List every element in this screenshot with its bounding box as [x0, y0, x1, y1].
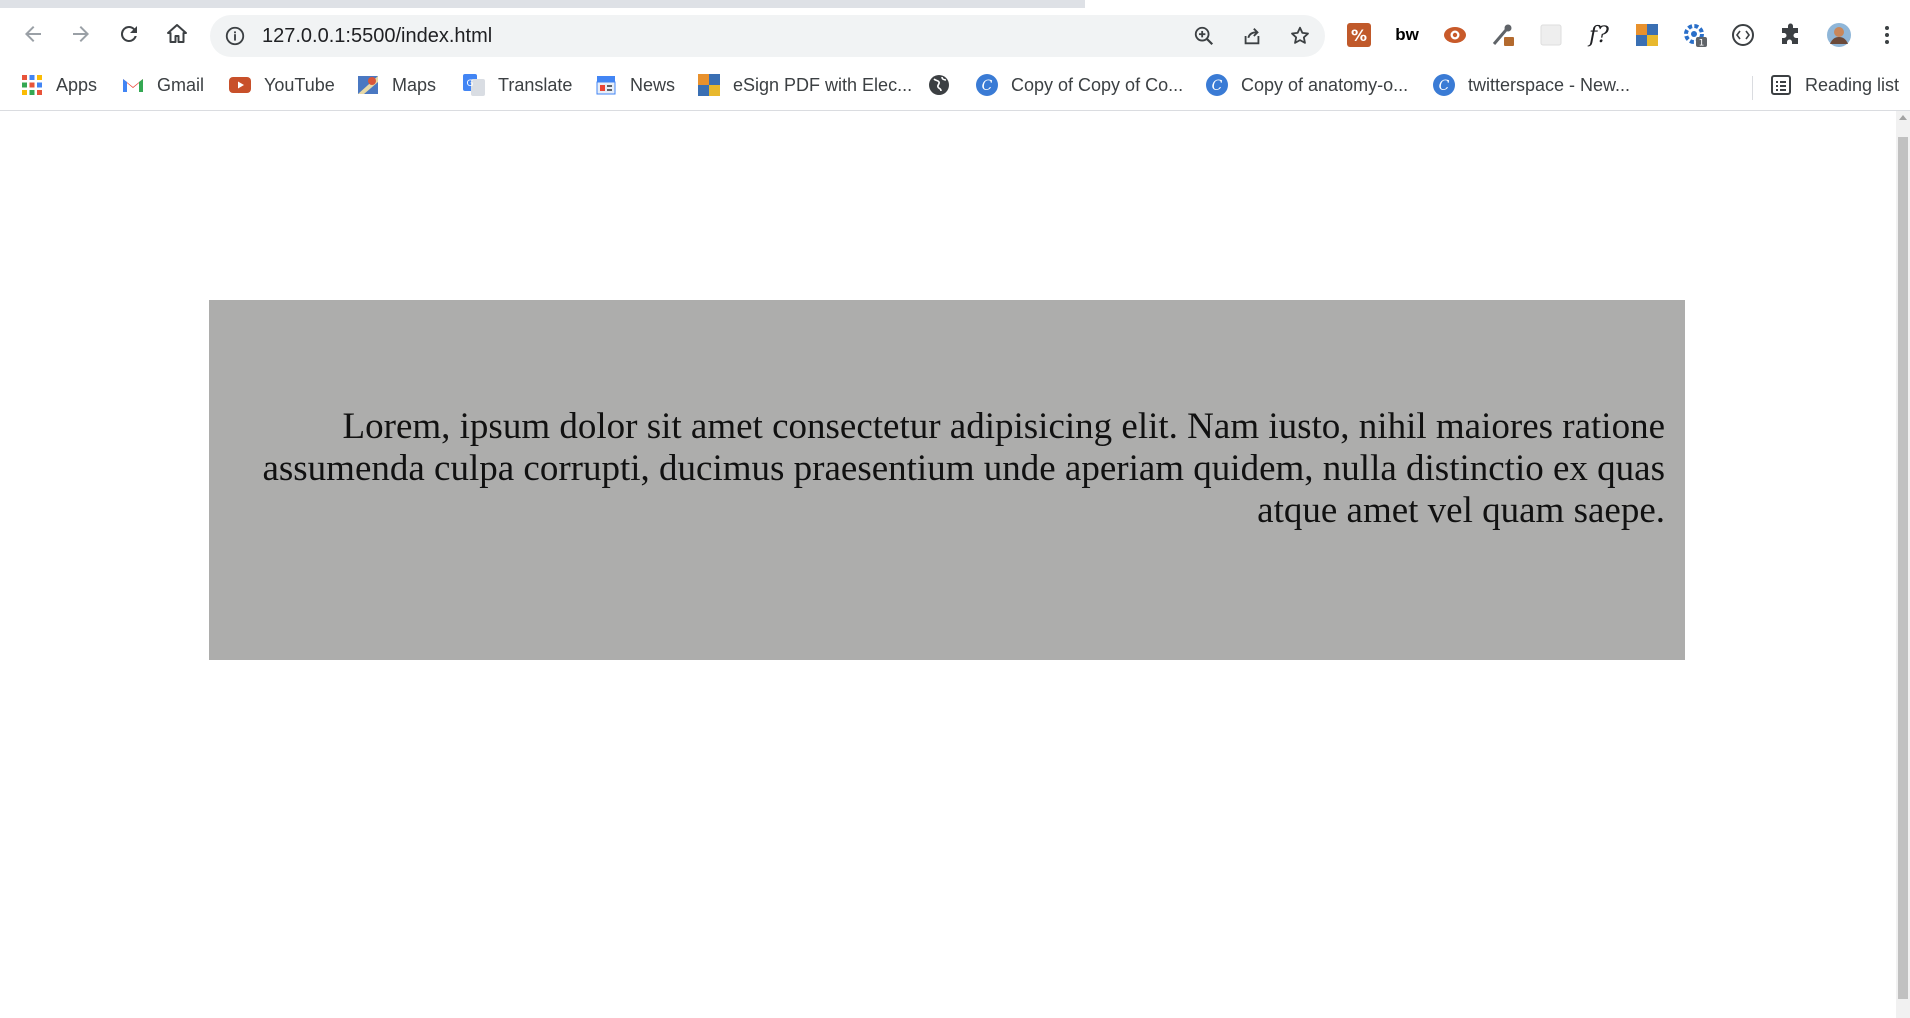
- vertical-scrollbar[interactable]: [1896, 111, 1910, 1018]
- svg-text:C: C: [982, 78, 993, 94]
- bookmark-label: YouTube: [264, 74, 335, 95]
- puzzle-icon: [1782, 23, 1798, 44]
- color-blocks-icon: [1636, 24, 1658, 46]
- bookmark-label: Translate: [498, 74, 573, 95]
- percent-badge-icon: %: [1347, 23, 1371, 47]
- bookmark-apps[interactable]: Apps: [20, 71, 97, 99]
- home-button[interactable]: [158, 15, 196, 53]
- lorem-paragraph: Lorem, ipsum dolor sit amet consectetur …: [262, 406, 1665, 531]
- extension-blank[interactable]: [1536, 20, 1566, 50]
- forward-button[interactable]: [62, 15, 100, 53]
- extension-percent[interactable]: %: [1344, 20, 1374, 50]
- reading-list-button[interactable]: Reading list: [1769, 71, 1899, 99]
- bookmark-label: News: [630, 74, 676, 95]
- bookmark-label: twitterspace - New...: [1468, 74, 1631, 95]
- extensions-menu-button[interactable]: [1776, 20, 1806, 50]
- maps-icon: [356, 73, 380, 97]
- svg-text:G: G: [467, 79, 474, 89]
- scrollbar-thumb[interactable]: [1898, 137, 1908, 999]
- extension-bw[interactable]: bw: [1392, 20, 1422, 50]
- svg-text:C: C: [1439, 78, 1450, 94]
- bookmark-label: Apps: [56, 74, 98, 95]
- translate-icon: G: [462, 73, 486, 97]
- bookmark-label: Copy of anatomy-o...: [1241, 74, 1409, 95]
- scroll-up-arrow-icon[interactable]: [1899, 115, 1907, 120]
- reload-button[interactable]: [110, 15, 148, 53]
- profile-avatar[interactable]: [1824, 20, 1854, 50]
- bookmark-canva-1[interactable]: C Copy of Copy of Co...: [975, 71, 1183, 99]
- url-text[interactable]: 127.0.0.1:5500/index.html: [262, 15, 492, 57]
- esign-icon: [697, 73, 721, 97]
- bookmark-label: Copy of Copy of Co...: [1011, 74, 1184, 95]
- globe-icon: [927, 73, 951, 97]
- browser-menu-button[interactable]: [1872, 20, 1902, 50]
- canva-icon: C: [975, 73, 999, 97]
- reading-list-label: Reading list: [1805, 74, 1900, 95]
- bookmark-translate[interactable]: G Translate: [462, 71, 572, 99]
- avatar-icon: [1827, 23, 1851, 47]
- zoom-button[interactable]: [1192, 24, 1216, 48]
- extension-eye[interactable]: [1440, 20, 1470, 50]
- apps-grid-icon: [20, 73, 44, 97]
- bookmark-youtube[interactable]: YouTube: [228, 71, 335, 99]
- eyedropper-icon: [1492, 24, 1514, 46]
- active-tab-edge[interactable]: [1085, 0, 1910, 8]
- bookmark-maps[interactable]: Maps: [356, 71, 436, 99]
- svg-text:C: C: [1212, 78, 1223, 94]
- reload-icon: [120, 25, 137, 42]
- extension-gear[interactable]: 1: [1680, 20, 1710, 50]
- bookmark-canva-2[interactable]: C Copy of anatomy-o...: [1205, 71, 1408, 99]
- bookmark-news[interactable]: News: [594, 71, 675, 99]
- share-icon: [1244, 28, 1260, 45]
- bookmark-canva-3[interactable]: C twitterspace - New...: [1432, 71, 1630, 99]
- zoom-in-icon: [1194, 26, 1214, 46]
- extension-eyedropper[interactable]: [1488, 20, 1518, 50]
- more-vertical-icon: [1885, 26, 1889, 44]
- svg-text:%: %: [1351, 26, 1367, 45]
- gear-icon: 1: [1684, 24, 1707, 49]
- home-icon: [167, 24, 187, 43]
- tab-strip: [0, 0, 1910, 8]
- bookmark-esign[interactable]: eSign PDF with Elec...: [697, 71, 912, 99]
- star-icon: [1291, 26, 1309, 44]
- bookmark-label: eSign PDF with Elec...: [733, 74, 913, 95]
- news-icon: [594, 73, 618, 97]
- back-button[interactable]: [14, 15, 52, 53]
- arrow-right-icon: [73, 26, 89, 42]
- bookmark-label: Maps: [392, 74, 437, 95]
- extension-badge: 1: [1699, 39, 1705, 49]
- extension-code[interactable]: [1728, 20, 1758, 50]
- reading-list-icon: [1769, 73, 1793, 97]
- blank-extension-icon: [1540, 24, 1562, 46]
- canva-icon: C: [1432, 73, 1456, 97]
- arrow-left-icon: [25, 26, 41, 42]
- share-button[interactable]: [1240, 24, 1264, 48]
- bookmark-star-button[interactable]: [1288, 24, 1312, 48]
- canva-icon: C: [1205, 73, 1229, 97]
- address-bar[interactable]: 127.0.0.1:5500/index.html: [210, 15, 1325, 57]
- content-box: Lorem, ipsum dolor sit amet consectetur …: [209, 300, 1685, 660]
- bookmarks-bar: Apps Gmail YouTube Maps G Translate News…: [0, 60, 1910, 111]
- youtube-icon: [228, 73, 252, 97]
- bookmarks-divider: [1752, 76, 1753, 100]
- browser-toolbar: 127.0.0.1:5500/index.html % bw f? 1: [0, 8, 1910, 60]
- info-icon[interactable]: [224, 25, 246, 47]
- extension-f[interactable]: f?: [1584, 20, 1614, 50]
- eye-icon: [1444, 27, 1466, 43]
- extension-colorblocks[interactable]: [1632, 20, 1662, 50]
- bookmark-gmail[interactable]: Gmail: [121, 71, 204, 99]
- bookmark-globe[interactable]: [927, 71, 963, 99]
- gmail-icon: [121, 73, 145, 97]
- bookmark-label: Gmail: [157, 74, 205, 95]
- code-circle-icon: [1732, 24, 1754, 46]
